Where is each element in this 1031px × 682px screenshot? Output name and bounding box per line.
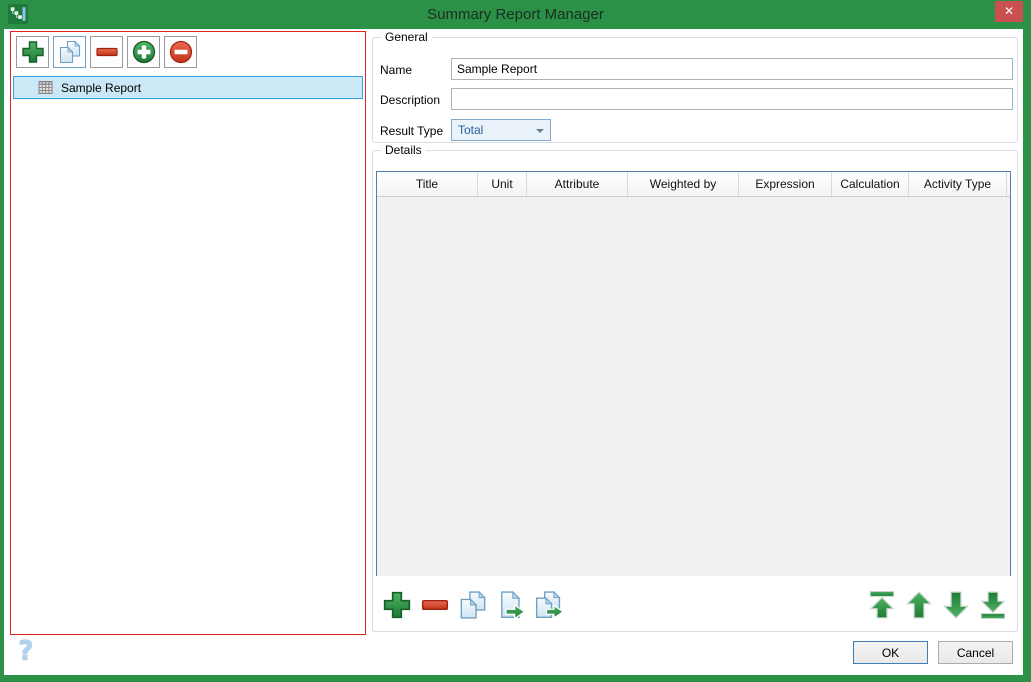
add-icon: [20, 39, 46, 65]
row-reorder-toolbar: [866, 589, 1009, 621]
titlebar[interactable]: Summary Report Manager ✕: [0, 0, 1031, 29]
summary-report-manager-window: Summary Report Manager ✕ Sample Report G…: [0, 0, 1031, 682]
column-header-title[interactable]: Title: [377, 172, 478, 196]
column-header-activity-type[interactable]: Activity Type: [909, 172, 1007, 196]
circle-add-icon: [131, 39, 157, 65]
column-header-expression[interactable]: Expression: [739, 172, 832, 196]
report-list-toolbar: [11, 32, 365, 72]
column-header-calculation[interactable]: Calculation: [832, 172, 909, 196]
copy-row-button[interactable]: [457, 589, 489, 621]
name-label: Name: [380, 63, 413, 77]
help-icon: ?: [18, 635, 34, 666]
move-first-icon: [866, 589, 898, 621]
copy-icon: [457, 589, 489, 621]
import-rows-button[interactable]: [495, 589, 527, 621]
move-up-button[interactable]: [903, 589, 935, 621]
remove-report-button[interactable]: [90, 36, 123, 68]
remove-icon: [419, 589, 451, 621]
add-row-button[interactable]: [381, 589, 413, 621]
details-grid-body: [377, 197, 1010, 576]
details-grid-header: Title Unit Attribute Weighted by Express…: [377, 172, 1010, 197]
general-groupbox: General Name Description Result Type Tot…: [372, 30, 1018, 143]
result-type-dropdown[interactable]: Total: [451, 119, 551, 141]
details-legend: Details: [381, 143, 426, 157]
table-icon: [38, 80, 53, 95]
move-down-icon: [940, 589, 972, 621]
column-header-attribute[interactable]: Attribute: [527, 172, 628, 196]
cancel-button[interactable]: Cancel: [938, 641, 1013, 664]
chevron-down-icon: [536, 129, 544, 133]
report-list-panel: Sample Report: [10, 31, 366, 635]
column-header-filler: [1007, 172, 1010, 196]
move-last-icon: [977, 589, 1009, 621]
result-type-value: Total: [458, 123, 484, 137]
window-title: Summary Report Manager: [427, 6, 604, 23]
description-label: Description: [380, 93, 441, 107]
details-row-toolbar: [381, 589, 565, 621]
copy-report-button[interactable]: [53, 36, 86, 68]
export-rows-button[interactable]: [533, 589, 565, 621]
name-input[interactable]: [451, 58, 1013, 80]
report-item-label: Sample Report: [61, 80, 142, 95]
dialog-client-area: Sample Report General Name Description R…: [4, 29, 1023, 675]
close-button[interactable]: ✕: [995, 1, 1023, 22]
copy-icon: [57, 39, 83, 65]
circle-remove-icon: [168, 39, 194, 65]
close-icon: ✕: [1003, 4, 1015, 18]
details-groupbox: Details Title Unit Attribute Weighted by…: [372, 143, 1018, 632]
help-button[interactable]: ?: [18, 635, 34, 666]
move-down-button[interactable]: [940, 589, 972, 621]
move-up-icon: [903, 589, 935, 621]
move-last-button[interactable]: [977, 589, 1009, 621]
report-list-item[interactable]: Sample Report: [13, 76, 363, 99]
description-input[interactable]: [451, 88, 1013, 110]
export-icon: [533, 589, 565, 621]
remove-icon: [94, 39, 120, 65]
remove-row-button[interactable]: [419, 589, 451, 621]
column-header-unit[interactable]: Unit: [478, 172, 527, 196]
import-icon: [495, 589, 527, 621]
add-report-button[interactable]: [16, 36, 49, 68]
ok-button[interactable]: OK: [853, 641, 928, 664]
general-legend: General: [381, 30, 432, 44]
column-header-weighted-by[interactable]: Weighted by: [628, 172, 739, 196]
add-icon: [381, 589, 413, 621]
disable-report-button[interactable]: [164, 36, 197, 68]
details-grid: Title Unit Attribute Weighted by Express…: [376, 171, 1011, 576]
move-first-button[interactable]: [866, 589, 898, 621]
enable-report-button[interactable]: [127, 36, 160, 68]
result-type-label: Result Type: [380, 124, 444, 138]
